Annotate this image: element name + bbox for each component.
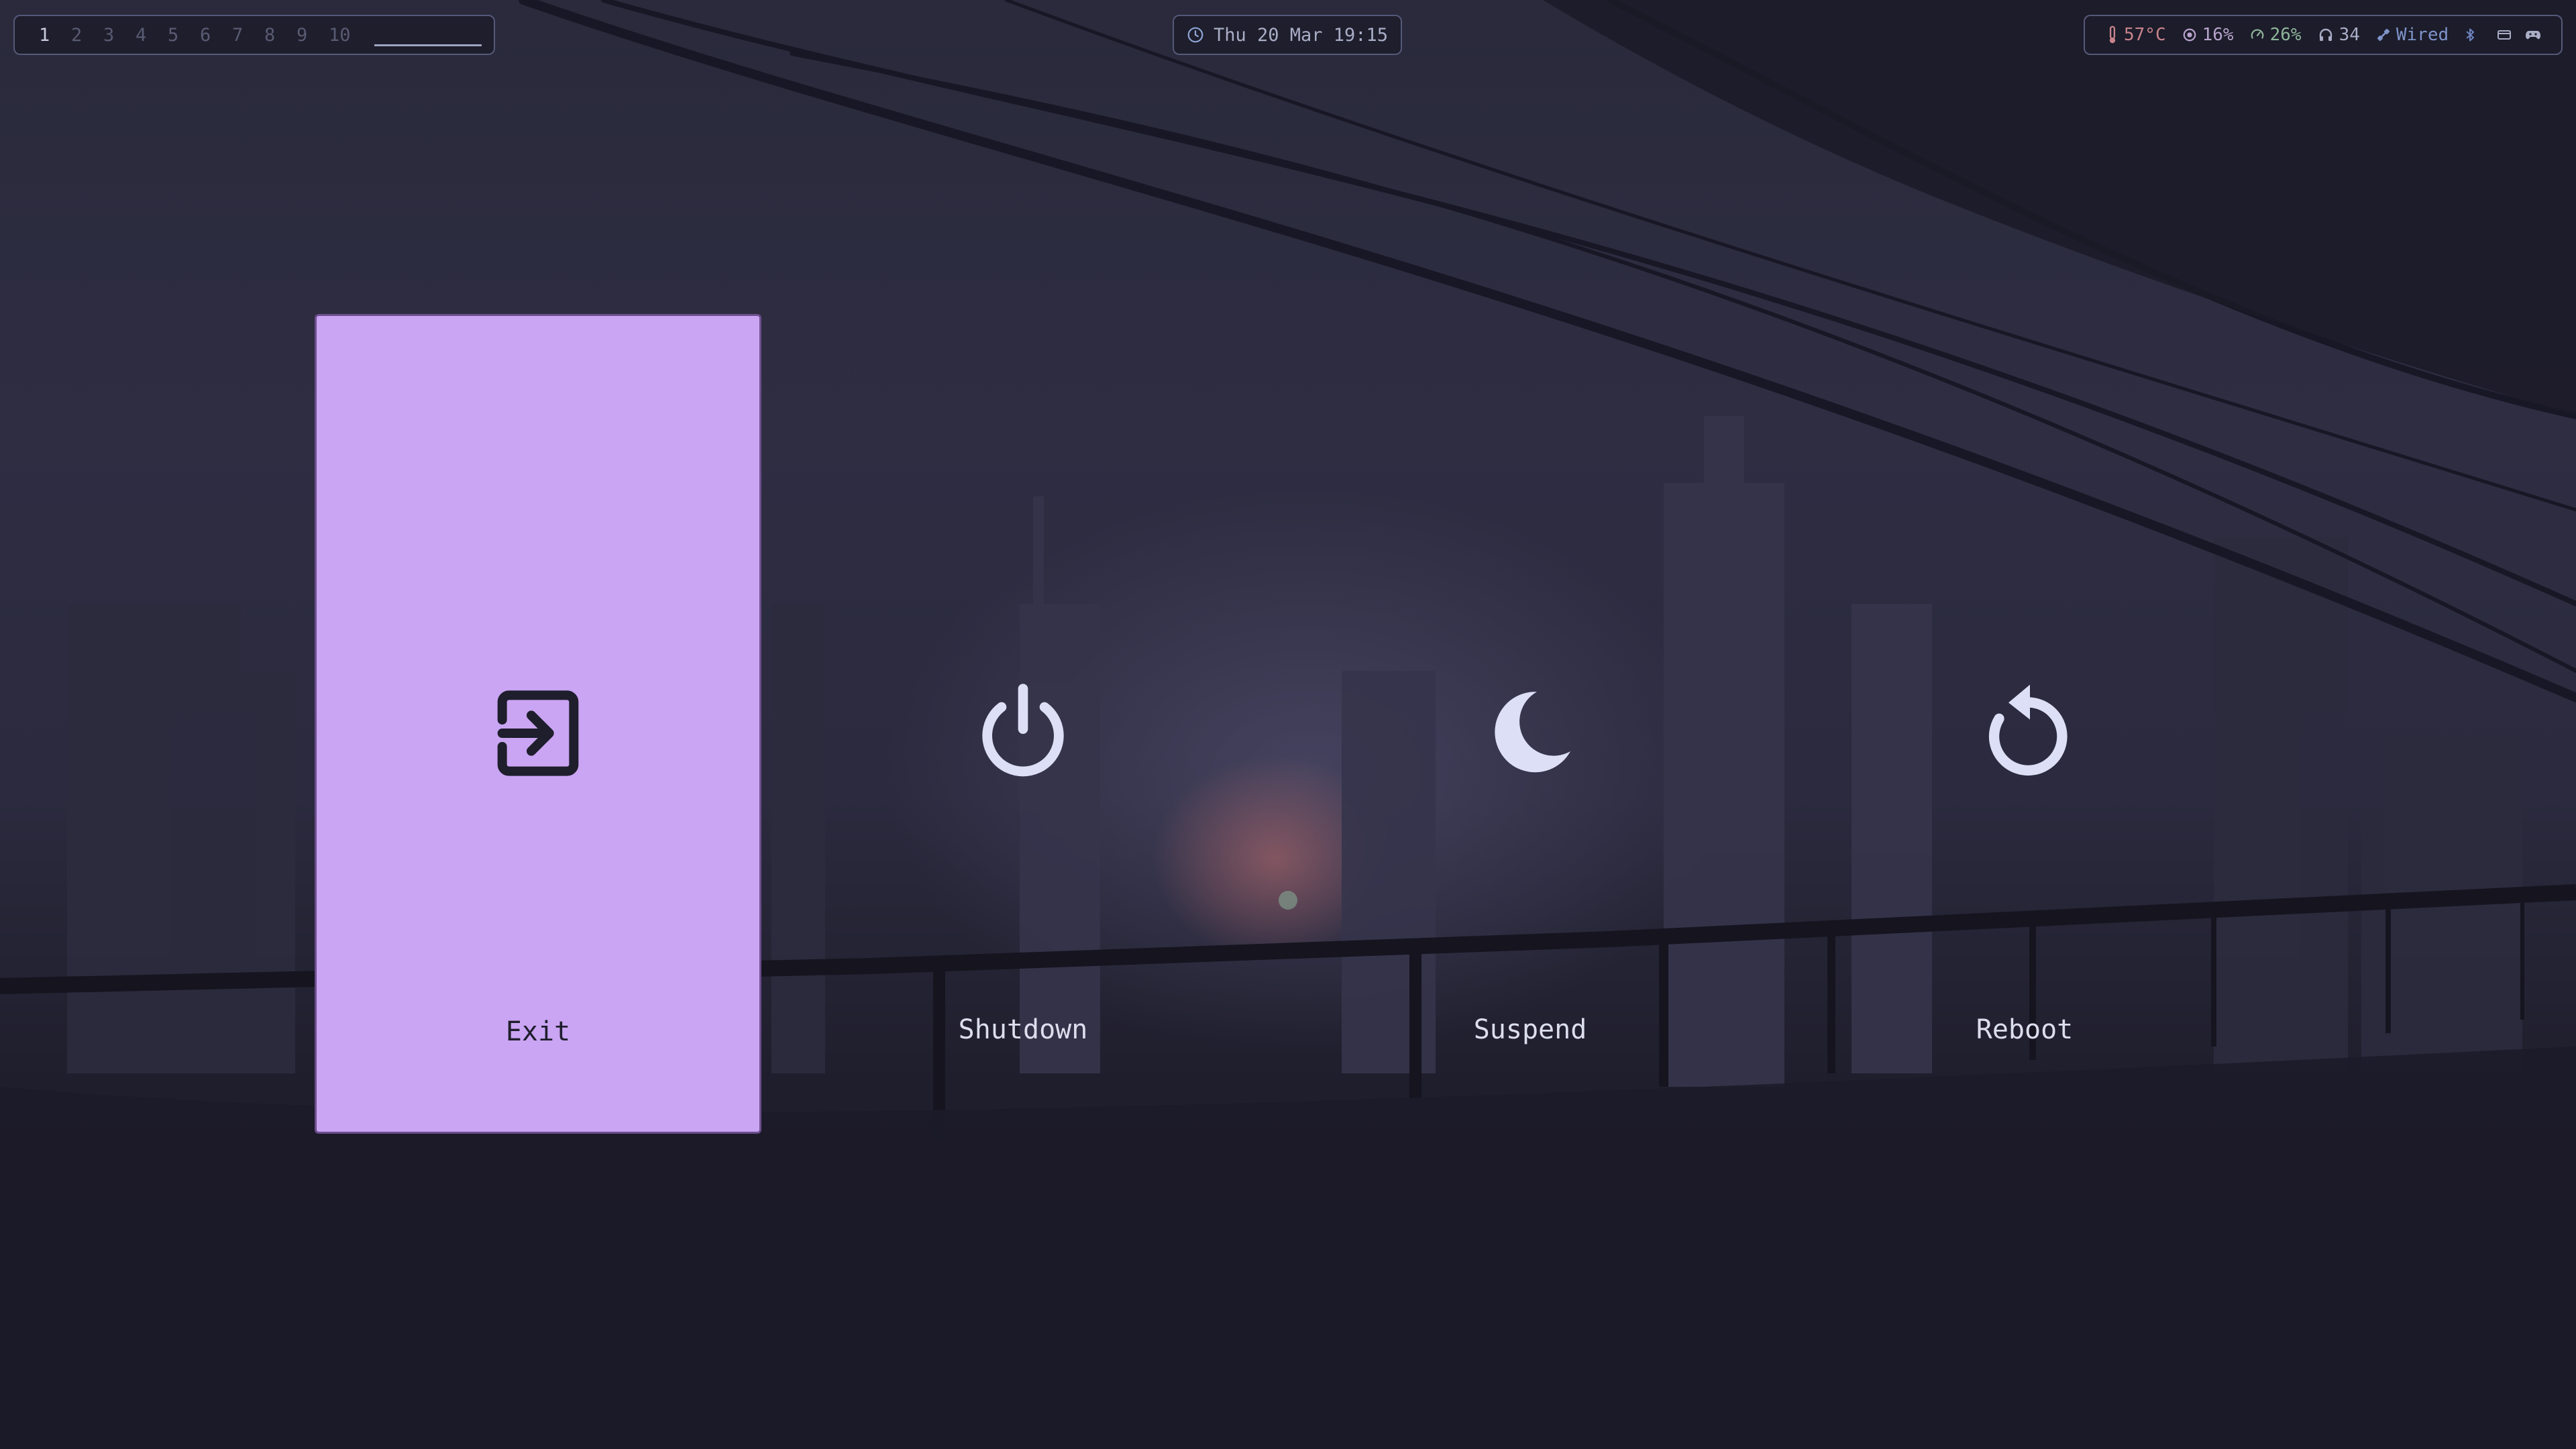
cpu-value: 16% bbox=[2202, 25, 2234, 45]
memory-gauge-icon bbox=[2251, 29, 2263, 39]
reboot-icon bbox=[1988, 684, 2068, 776]
power-option-label: Suspend bbox=[1473, 1014, 1587, 1045]
memory-value: 26% bbox=[2269, 25, 2302, 45]
bluetooth-widget[interactable] bbox=[2465, 27, 2481, 43]
power-option-exit[interactable]: Exit bbox=[315, 314, 761, 1134]
cpu-widget[interactable]: 16% bbox=[2182, 25, 2234, 45]
window-icon bbox=[2498, 30, 2512, 40]
network-widget[interactable]: Wired bbox=[2376, 25, 2449, 45]
bluetooth-icon bbox=[2466, 28, 2475, 42]
moon-icon bbox=[1495, 692, 1570, 773]
workspace-5[interactable]: 5 bbox=[168, 25, 200, 46]
clock-widget[interactable]: Thu 20 Mar 19:15 bbox=[1173, 15, 1402, 55]
volume-value: 34 bbox=[2339, 25, 2360, 45]
tray-gamepad-item[interactable] bbox=[2525, 29, 2546, 41]
power-option-suspend[interactable]: Suspend bbox=[1307, 314, 1754, 1134]
clock-text: Thu 20 Mar 19:15 bbox=[1213, 24, 1389, 46]
temperature-value: 57°C bbox=[2124, 25, 2166, 45]
workspace-9[interactable]: 9 bbox=[297, 25, 329, 46]
workspace-3[interactable]: 3 bbox=[103, 25, 136, 46]
workspace-1[interactable]: 1 bbox=[39, 25, 71, 46]
network-value: Wired bbox=[2396, 25, 2449, 45]
workspace-8[interactable]: 8 bbox=[264, 25, 297, 46]
exit-icon bbox=[497, 690, 579, 776]
desktop: 1 2 3 4 5 6 7 8 9 10 Thu 20 Mar 19:15 57… bbox=[0, 0, 2576, 1449]
tray-window-item[interactable] bbox=[2497, 29, 2517, 41]
system-status-tray: 57°C 16% 26% 34 Wired bbox=[2084, 15, 2563, 55]
power-option-label: Shutdown bbox=[958, 1014, 1088, 1045]
headphones-icon bbox=[2319, 28, 2332, 41]
active-window-indicator bbox=[374, 23, 482, 46]
workspace-switcher: 1 2 3 4 5 6 7 8 9 10 bbox=[13, 15, 495, 55]
workspace-2[interactable]: 2 bbox=[71, 25, 103, 46]
power-option-reboot[interactable]: Reboot bbox=[1801, 314, 2248, 1134]
workspace-7[interactable]: 7 bbox=[232, 25, 264, 46]
clock-icon bbox=[1187, 27, 1203, 43]
ethernet-icon bbox=[2377, 28, 2390, 42]
power-option-label: Reboot bbox=[1976, 1014, 2074, 1045]
workspace-6[interactable]: 6 bbox=[200, 25, 232, 46]
workspace-10[interactable]: 10 bbox=[329, 25, 361, 46]
workspace-4[interactable]: 4 bbox=[136, 25, 168, 46]
gamepad-icon bbox=[2526, 31, 2541, 40]
volume-widget[interactable]: 34 bbox=[2318, 25, 2360, 45]
power-option-label: Exit bbox=[505, 1016, 571, 1047]
cpu-icon bbox=[2183, 28, 2196, 42]
thermometer-icon bbox=[2109, 25, 2116, 44]
memory-widget[interactable]: 26% bbox=[2250, 25, 2302, 45]
temperature-widget[interactable]: 57°C bbox=[2106, 25, 2166, 45]
power-option-shutdown[interactable]: Shutdown bbox=[800, 314, 1246, 1134]
power-icon bbox=[982, 684, 1064, 777]
